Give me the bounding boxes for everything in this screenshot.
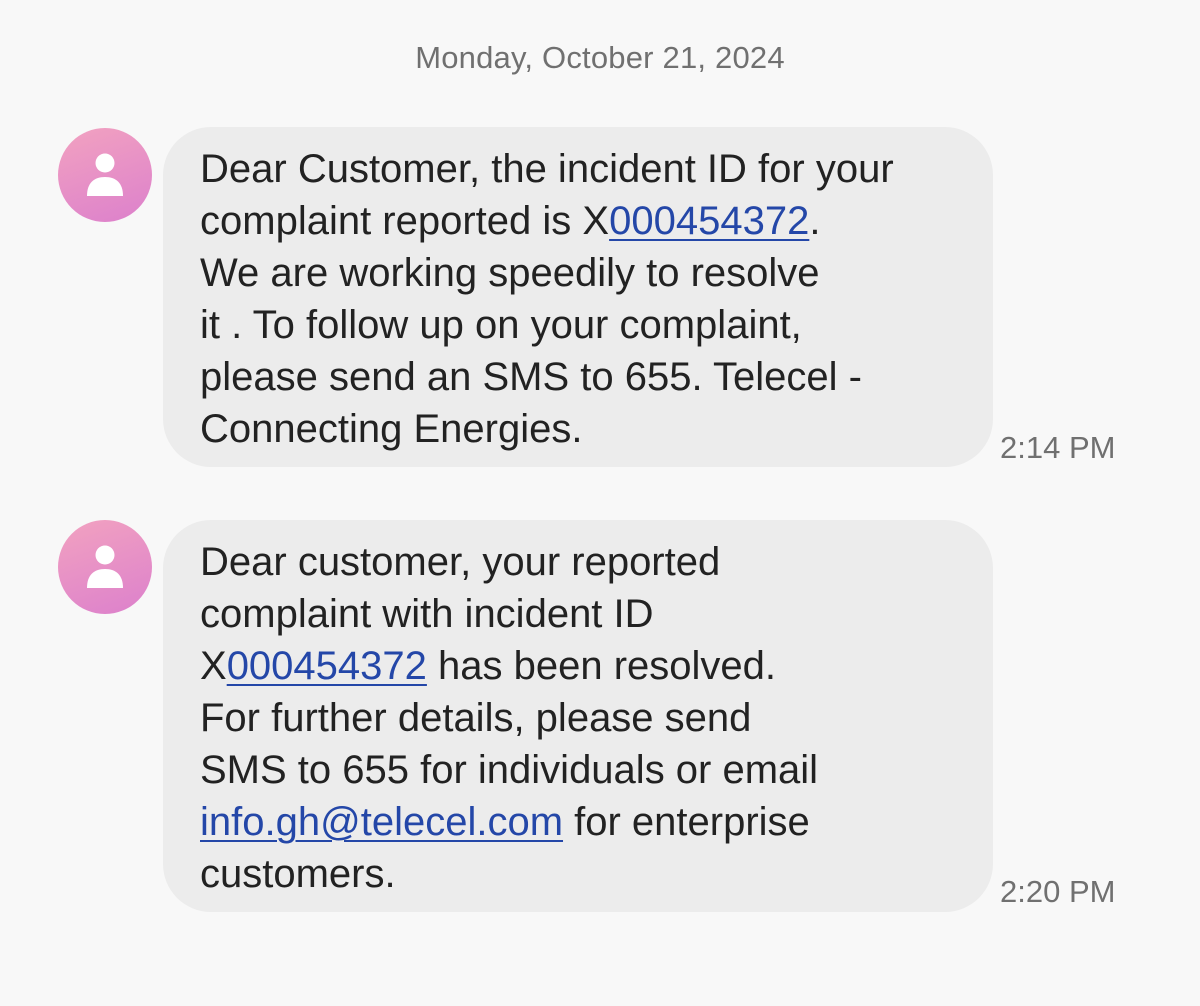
contact-avatar[interactable]	[58, 128, 152, 222]
date-header: Monday, October 21, 2024	[415, 40, 785, 75]
incident-id-link[interactable]: 000454372	[609, 199, 809, 243]
message-line: complaint with incident ID	[200, 592, 654, 636]
message-bubble[interactable]: Dear customer, your reported complaint w…	[163, 520, 993, 912]
message-line: info.gh@telecel.com for enterprise	[200, 800, 810, 844]
incident-id-link[interactable]: 000454372	[227, 644, 427, 688]
contact-avatar[interactable]	[58, 520, 152, 614]
person-icon	[87, 545, 123, 588]
message-line: X000454372 has been resolved.	[200, 644, 777, 688]
message-line: SMS to 655 for individuals or email	[200, 748, 819, 792]
email-link[interactable]: info.gh@telecel.com	[200, 800, 563, 844]
message-line: Dear Customer, the incident ID for your	[200, 147, 894, 191]
message-timestamp: 2:14 PM	[1000, 430, 1116, 465]
message-bubble[interactable]: Dear Customer, the incident ID for your …	[163, 127, 993, 467]
message-line: please send an SMS to 655. Telecel -	[200, 355, 862, 399]
message-line: complaint reported is X000454372.	[200, 199, 821, 243]
message-line: For further details, please send	[200, 696, 752, 740]
message-line: We are working speedily to resolve	[200, 251, 820, 295]
person-icon	[87, 153, 123, 196]
message-line: Dear customer, your reported	[200, 540, 721, 584]
message-line: it . To follow up on your complaint,	[200, 303, 802, 347]
message-line: customers.	[200, 852, 396, 896]
message-line: Connecting Energies.	[200, 407, 583, 451]
message-timestamp: 2:20 PM	[1000, 874, 1116, 909]
